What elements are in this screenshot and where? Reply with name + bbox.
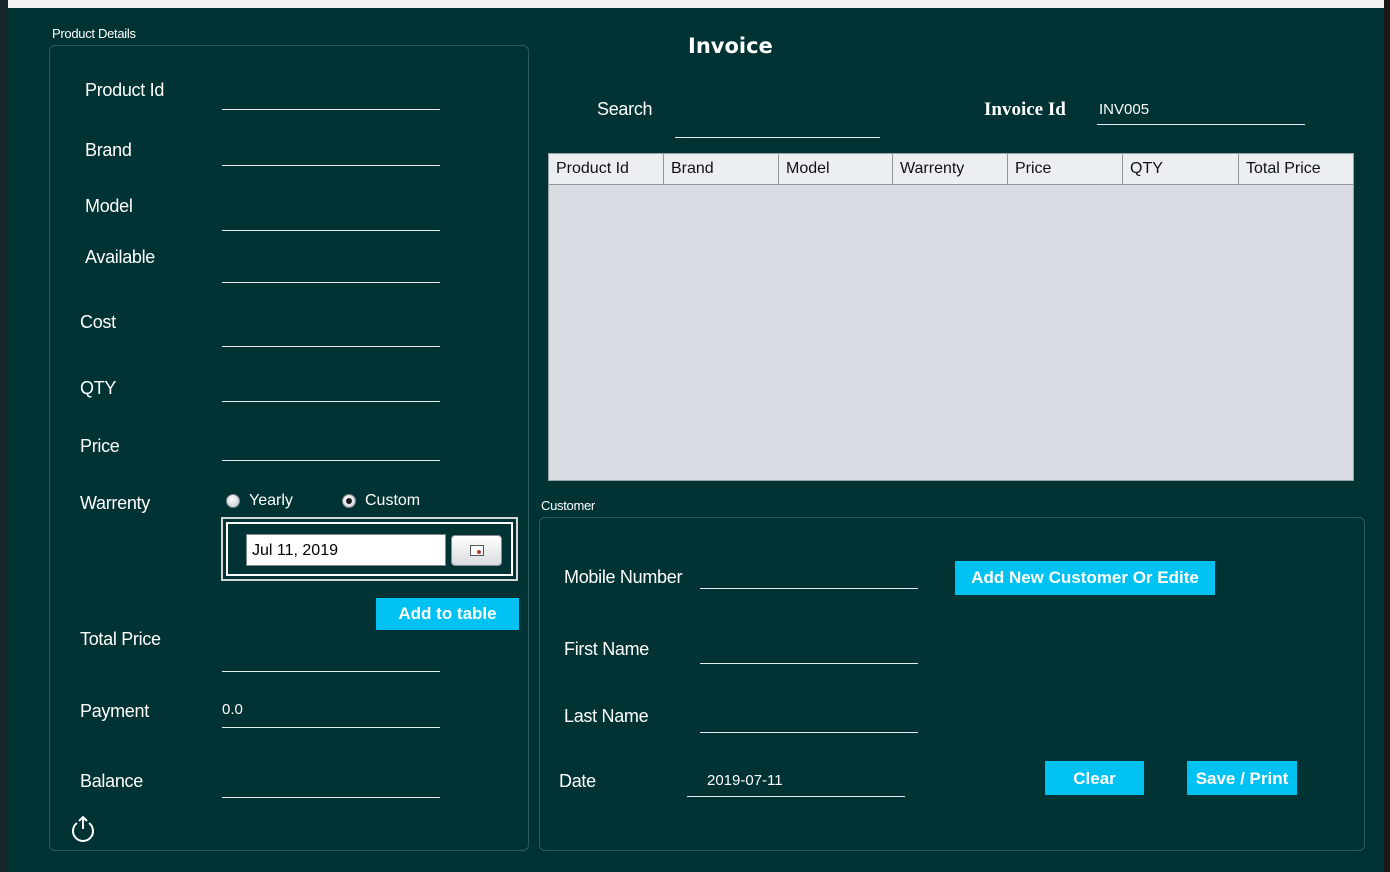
date-label: Date [559,771,596,791]
search-input[interactable] [675,137,880,138]
available-field[interactable] [222,282,440,283]
column-header-model[interactable]: Model [779,154,893,184]
custom-radio-label[interactable]: Custom [365,492,420,510]
save-print-button[interactable]: Save / Print [1187,761,1297,795]
power-icon[interactable] [68,815,98,845]
warrenty-date-field[interactable]: Jul 11, 2019 [246,534,446,566]
yearly-radio[interactable] [226,494,240,508]
desktop-right-edge [1384,0,1390,872]
total-price-label: Total Price [80,629,161,649]
payment-value[interactable]: 0.0 [222,701,243,718]
mobile-number-field[interactable] [700,588,918,589]
payment-label: Payment [80,701,149,721]
brand-field[interactable] [222,165,440,166]
customer-title: Customer [541,498,595,513]
mobile-number-label: Mobile Number [564,567,683,587]
yearly-radio-label[interactable]: Yearly [249,492,293,510]
column-header-brand[interactable]: Brand [664,154,779,184]
model-label: Model [85,196,133,216]
model-field[interactable] [222,230,440,231]
invoice-id-field[interactable] [1097,124,1305,125]
qty-field[interactable] [222,401,440,402]
invoice-id-label: Invoice Id [984,99,1066,120]
column-header-total-price[interactable]: Total Price [1239,154,1353,184]
last-name-label: Last Name [564,706,649,726]
desktop-left-edge [0,0,8,872]
price-label: Price [80,436,120,456]
calendar-icon [470,545,484,556]
brand-label: Brand [85,140,132,160]
column-header-price[interactable]: Price [1008,154,1123,184]
add-to-table-button[interactable]: Add to table [376,598,519,630]
clear-button[interactable]: Clear [1045,761,1144,795]
invoice-table-header: Product Id Brand Model Warrenty Price QT… [549,154,1353,185]
search-label: Search [597,99,653,119]
product-id-label: Product Id [85,80,165,100]
first-name-label: First Name [564,639,650,659]
first-name-field[interactable] [700,663,918,664]
payment-field[interactable] [222,727,440,728]
invoice-table[interactable]: Product Id Brand Model Warrenty Price QT… [548,153,1354,481]
add-new-customer-button[interactable]: Add New Customer Or Edite [955,561,1215,595]
invoice-id-value[interactable]: INV005 [1099,101,1149,118]
balance-label: Balance [80,771,143,791]
last-name-field[interactable] [700,732,918,733]
custom-radio[interactable] [342,494,356,508]
available-label: Available [85,247,156,267]
total-price-field[interactable] [222,671,440,672]
price-field[interactable] [222,460,440,461]
column-header-warrenty[interactable]: Warrenty [893,154,1008,184]
cost-field[interactable] [222,346,440,347]
invoice-title: Invoice [688,34,773,58]
column-header-product-id[interactable]: Product Id [549,154,664,184]
window-top-edge [8,0,1384,8]
warrenty-label: Warrenty [80,493,150,513]
date-field[interactable] [687,796,905,797]
date-picker-button[interactable] [451,535,502,566]
column-header-qty[interactable]: QTY [1123,154,1239,184]
qty-label: QTY [80,378,117,398]
date-value[interactable]: 2019-07-11 [707,772,783,789]
balance-field[interactable] [222,797,440,798]
product-id-field[interactable] [222,109,440,110]
product-details-title: Product Details [52,26,136,41]
cost-label: Cost [80,312,116,332]
